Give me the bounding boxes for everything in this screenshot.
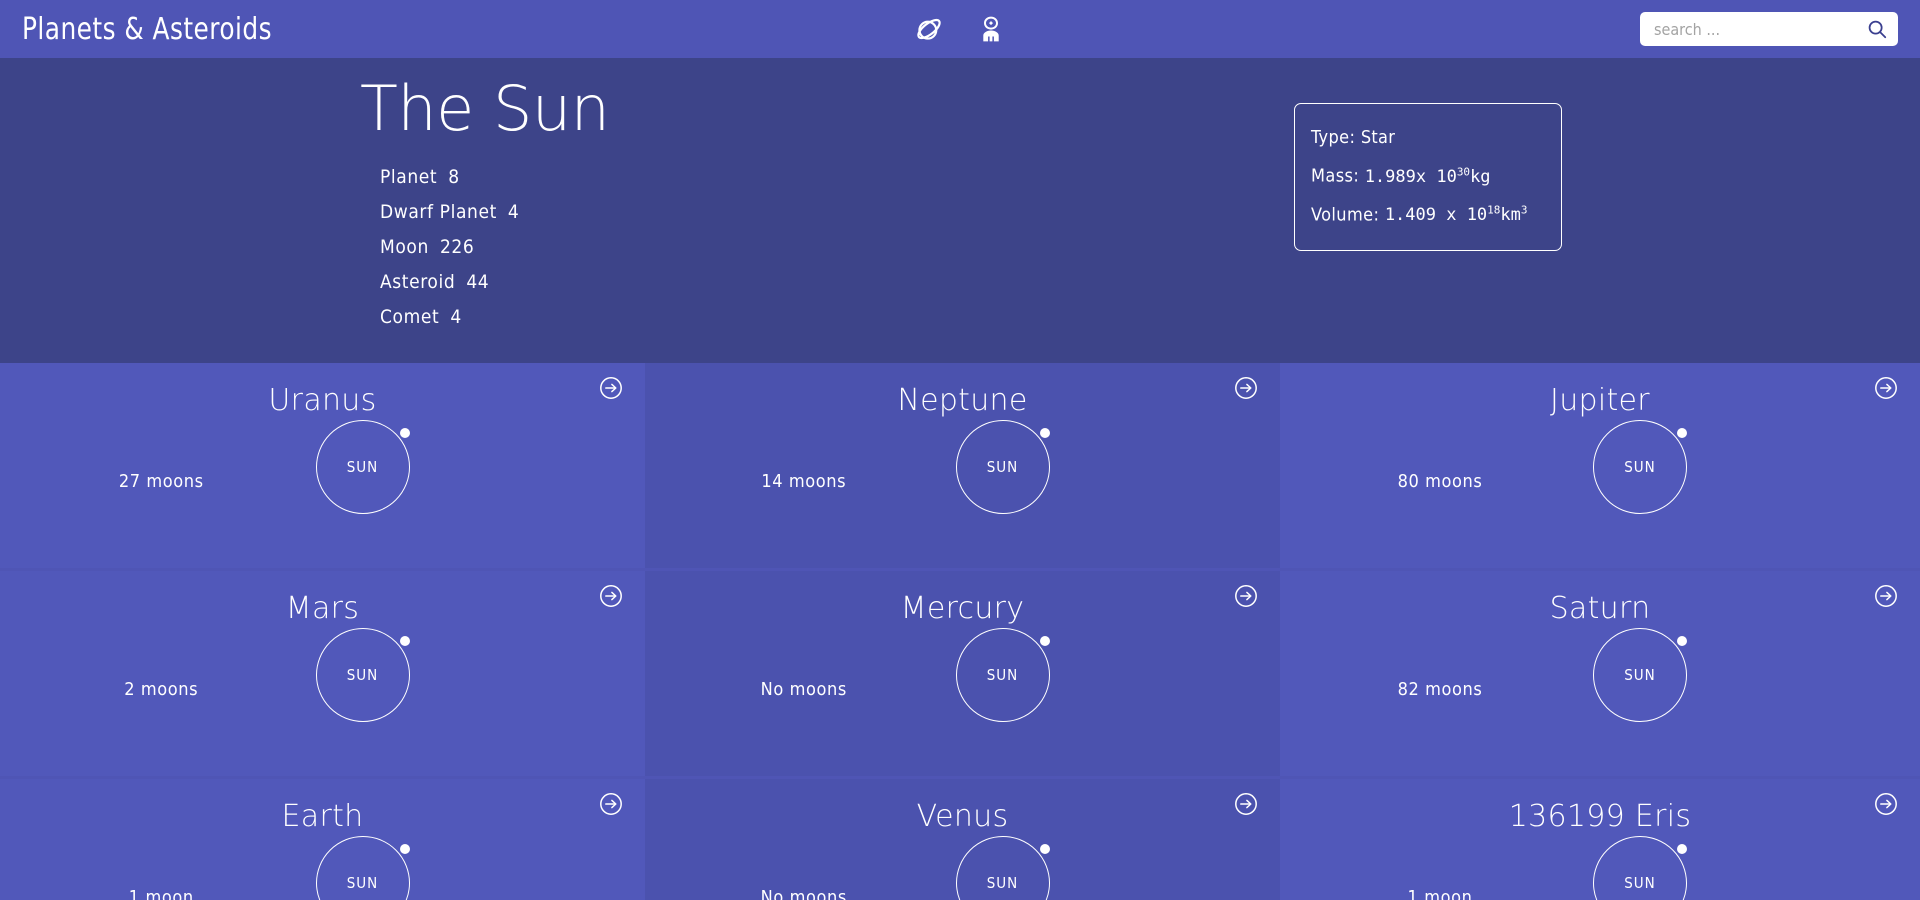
stat-value: 4 [450, 306, 462, 328]
arrow-right-circle-icon[interactable] [1874, 584, 1898, 608]
orbit-center-label: SUN [986, 874, 1019, 892]
orbit-center-label: SUN [1624, 458, 1656, 476]
orbit-diagram: SUN [1593, 628, 1687, 722]
card-moon-count: 27 moons [118, 471, 204, 492]
object-card[interactable]: Venus No moons SUN [645, 779, 1280, 900]
card-title: Mars [285, 591, 360, 626]
stat-label: Moon [380, 236, 429, 258]
info-label-mass: Mass: [1311, 165, 1360, 187]
card-title: Venus [916, 799, 1009, 834]
arrow-right-circle-icon[interactable] [599, 376, 623, 400]
card-title: Mercury [900, 591, 1025, 626]
orbit-center-label: SUN [346, 666, 379, 684]
search-icon[interactable] [1866, 18, 1888, 40]
info-value-volume: 1.409 x 1018km3 [1384, 203, 1528, 226]
stat-asteroid: Asteroid 44 [380, 265, 609, 300]
app-title: Planets & Asteroids [22, 11, 272, 47]
arrow-right-circle-icon[interactable] [1234, 792, 1258, 816]
header-nav [915, 15, 1005, 43]
arrow-right-circle-icon[interactable] [1234, 584, 1258, 608]
card-moon-count: 82 moons [1397, 679, 1483, 700]
hero-content: The Sun Planet 8 Dwarf Planet 4 Moon 226… [360, 72, 610, 335]
object-info-panel: Type: Star Mass: 1.989x 1030kg Volume: 1… [1294, 103, 1562, 252]
orbit-diagram: SUN [955, 628, 1050, 722]
hero-section: The Sun Planet 8 Dwarf Planet 4 Moon 226… [0, 58, 1920, 363]
card-title: Saturn [1549, 591, 1651, 626]
object-card[interactable]: Jupiter 80 moons SUN [1280, 363, 1920, 568]
stat-label: Asteroid [380, 271, 456, 293]
info-label-type: Type: [1311, 127, 1356, 148]
orbit-diagram: SUN [1593, 420, 1687, 514]
planet-icon[interactable] [915, 15, 943, 43]
page-title: The Sun [360, 72, 610, 145]
card-title: Uranus [268, 383, 377, 418]
card-moon-count: 1 moon [1407, 887, 1473, 900]
object-card-grid: Uranus 27 moons SUN Neptune 14 moons SUN Jupit… [0, 363, 1920, 900]
stat-value: 226 [439, 236, 475, 258]
card-title: Earth [281, 799, 364, 834]
app-header: Planets & Asteroids [0, 0, 1920, 58]
info-label-volume: Volume: [1311, 204, 1380, 226]
search-input[interactable] [1654, 19, 1866, 39]
arrow-right-circle-icon[interactable] [1234, 376, 1258, 400]
orbit-center-label: SUN [346, 874, 379, 892]
orbit-diagram: SUN [955, 836, 1050, 900]
arrow-right-circle-icon[interactable] [1874, 376, 1898, 400]
stat-moon: Moon 226 [380, 230, 609, 265]
orbit-diagram: SUN [315, 628, 410, 722]
stat-planet: Planet 8 [380, 160, 609, 195]
hero-stats-list: Planet 8 Dwarf Planet 4 Moon 226 Asteroi… [380, 160, 609, 335]
stat-label: Dwarf Planet [380, 201, 497, 223]
astronaut-icon[interactable] [977, 15, 1005, 43]
info-row-volume: Volume: 1.409 x 1018km3 [1311, 194, 1545, 233]
object-card[interactable]: Mars 2 moons SUN [0, 571, 645, 776]
info-row-type: Type: Star [1311, 121, 1545, 155]
card-title: 136199 Eris [1508, 799, 1692, 834]
card-moon-count: 14 moons [761, 471, 847, 492]
orbit-diagram: SUN [315, 420, 410, 514]
card-title: Jupiter [1550, 383, 1650, 418]
orbit-center-label: SUN [986, 458, 1019, 476]
stat-label: Planet [380, 166, 438, 188]
stat-comet: Comet 4 [380, 300, 609, 335]
search-box[interactable] [1640, 12, 1898, 46]
object-card[interactable]: Mercury No moons SUN [645, 571, 1280, 776]
stat-value: 8 [448, 166, 460, 188]
orbit-diagram: SUN [1593, 836, 1687, 900]
card-moon-count: 2 moons [124, 679, 199, 700]
arrow-right-circle-icon[interactable] [1874, 792, 1898, 816]
stat-value: 4 [507, 201, 520, 223]
info-value-mass: 1.989x 1030kg [1364, 165, 1491, 187]
orbit-diagram: SUN [315, 836, 410, 900]
card-moon-count: No moons [760, 887, 847, 900]
arrow-right-circle-icon[interactable] [599, 584, 623, 608]
info-row-mass: Mass: 1.989x 1030kg [1311, 155, 1545, 194]
orbit-center-label: SUN [1624, 666, 1656, 684]
orbit-diagram: SUN [955, 420, 1050, 514]
orbit-center-label: SUN [986, 666, 1019, 684]
info-value-type: Star [1360, 127, 1396, 148]
object-card[interactable]: Uranus 27 moons SUN [0, 363, 645, 568]
card-moon-count: No moons [760, 679, 847, 700]
stat-dwarf-planet: Dwarf Planet 4 [380, 195, 609, 230]
object-card[interactable]: Neptune 14 moons SUN [645, 363, 1280, 568]
stat-value: 44 [466, 271, 490, 293]
card-moon-count: 1 moon [128, 887, 194, 900]
arrow-right-circle-icon[interactable] [599, 792, 623, 816]
orbit-center-label: SUN [346, 458, 379, 476]
stat-label: Comet [380, 306, 440, 328]
object-card[interactable]: Saturn 82 moons SUN [1280, 571, 1920, 776]
object-card[interactable]: 136199 Eris 1 moon SUN [1280, 779, 1920, 900]
object-card[interactable]: Earth 1 moon SUN [0, 779, 645, 900]
card-moon-count: 80 moons [1397, 471, 1483, 492]
card-title: Neptune [897, 383, 1028, 418]
orbit-center-label: SUN [1624, 874, 1656, 892]
